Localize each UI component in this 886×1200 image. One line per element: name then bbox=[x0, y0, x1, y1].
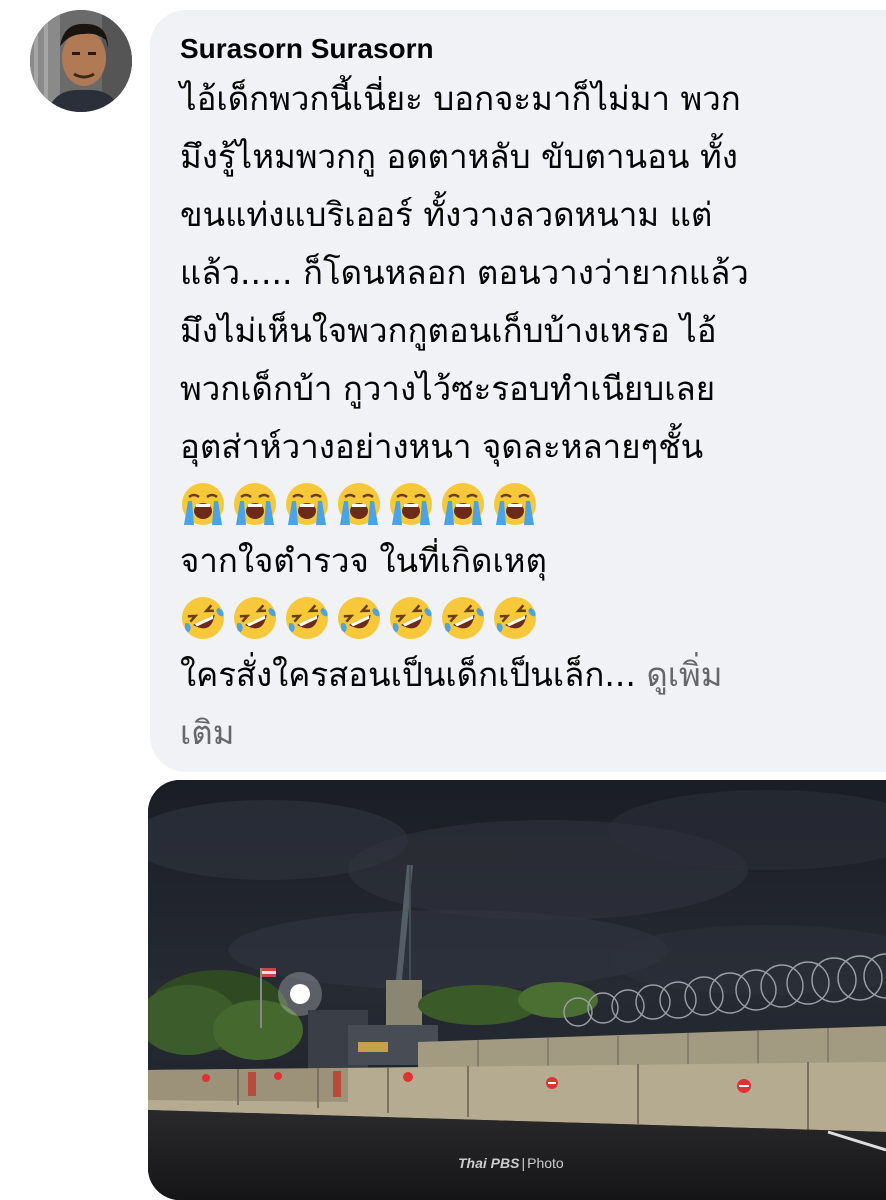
comment-bubble: Surasorn Surasorn ไอ้เด็กพวกนี้เนี่ยะ บอ… bbox=[150, 10, 886, 772]
comment-line: อุตส่าห์วางอย่างหนา จุดละหลายๆชั้น bbox=[180, 427, 704, 466]
comment-last-line: ใครสั่งใครสอนเป็นเด็กเป็นเล็ก... ดูเพิ่ม bbox=[180, 646, 866, 704]
comment-last-line-2: เติม bbox=[180, 704, 866, 762]
loudly-crying-face-icon bbox=[388, 481, 434, 527]
comment-author[interactable]: Surasorn Surasorn bbox=[180, 32, 866, 70]
rolling-on-the-floor-laughing-icon bbox=[284, 595, 330, 641]
comment-line: ขนแท่งแบริเออร์ ทั้งวางลวดหนาม แต่ bbox=[180, 195, 713, 234]
laughing-emoji-row bbox=[180, 590, 866, 646]
see-more-link-continued[interactable]: เติม bbox=[180, 713, 234, 752]
watermark-separator: | bbox=[521, 1155, 526, 1171]
watermark-brand: Thai PBS bbox=[458, 1155, 520, 1171]
watermark-label: Photo bbox=[527, 1155, 564, 1171]
night-barricade-photo-icon bbox=[148, 780, 886, 1200]
comment-line: มึงรู้ไหมพวกกู อดตาหลับ ขับตานอน ทั้ง bbox=[180, 137, 738, 176]
comment-body: ไอ้เด็กพวกนี้เนี่ยะ บอกจะมาก็ไม่มา พวก ม… bbox=[180, 70, 866, 762]
loudly-crying-face-icon bbox=[440, 481, 486, 527]
comment-line: แล้ว..... ก็โดนหลอก ตอนวางว่ายากแล้ว bbox=[180, 253, 749, 292]
rolling-on-the-floor-laughing-icon bbox=[232, 595, 278, 641]
loudly-crying-face-icon bbox=[492, 481, 538, 527]
see-more-link[interactable]: ดูเพิ่ม bbox=[646, 655, 722, 694]
rolling-on-the-floor-laughing-icon bbox=[492, 595, 538, 641]
rolling-on-the-floor-laughing-icon bbox=[336, 595, 382, 641]
photo-watermark: Thai PBS | Photo bbox=[458, 1155, 564, 1171]
loudly-crying-face-icon bbox=[232, 481, 278, 527]
comment-line: จากใจตำรวจ ในที่เกิดเหตุ bbox=[180, 541, 547, 580]
crying-emoji-row bbox=[180, 476, 866, 532]
profile-photo-icon bbox=[30, 10, 132, 112]
attached-photo[interactable]: Thai PBS | Photo bbox=[148, 780, 886, 1200]
loudly-crying-face-icon bbox=[336, 481, 382, 527]
comment-line: ไอ้เด็กพวกนี้เนี่ยะ บอกจะมาก็ไม่มา พวก bbox=[180, 79, 741, 118]
comment-line: พวกเด็กบ้า กูวางไว้ซะรอบทำเนียบเลย bbox=[180, 369, 716, 408]
rolling-on-the-floor-laughing-icon bbox=[388, 595, 434, 641]
comment-line: มึงไม่เห็นใจพวกกูตอนเก็บบ้างเหรอ ไอ้ bbox=[180, 311, 717, 350]
rolling-on-the-floor-laughing-icon bbox=[180, 595, 226, 641]
comment-truncated-text: ใครสั่งใครสอนเป็นเด็กเป็นเล็ก... bbox=[180, 655, 636, 694]
loudly-crying-face-icon bbox=[284, 481, 330, 527]
avatar[interactable] bbox=[30, 10, 132, 112]
loudly-crying-face-icon bbox=[180, 481, 226, 527]
rolling-on-the-floor-laughing-icon bbox=[440, 595, 486, 641]
